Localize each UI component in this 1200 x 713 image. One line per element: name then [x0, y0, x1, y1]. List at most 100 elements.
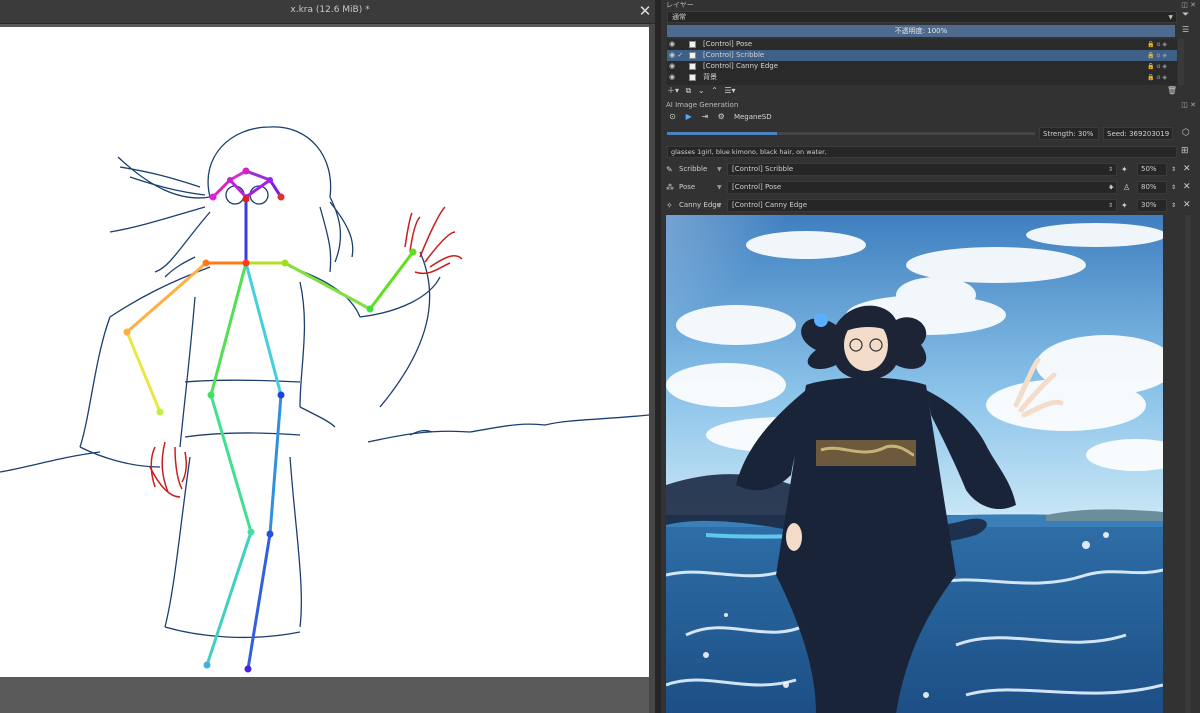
spin-arrows-icon[interactable]: ⇕	[1171, 181, 1176, 194]
panel-float-close-icon[interactable]: ◫ ✕	[1181, 0, 1196, 10]
duplicate-layer-icon[interactable]: ⧉	[686, 86, 692, 95]
control-strength-value: 30%	[1141, 201, 1157, 209]
close-document-icon[interactable]: ✕	[636, 2, 654, 20]
control-strength-input[interactable]: 50%	[1137, 163, 1167, 176]
control-row-pose: ⁂ Pose ▼ [Control] Pose ⇕ ✦ ♙ 80% ⇕ ✕	[665, 181, 1195, 194]
layer-lock-alpha-icons[interactable]: 🔒 α ◈	[1147, 61, 1167, 72]
layer-name: [Control] Scribble	[703, 51, 765, 59]
control-strength-value: 80%	[1141, 183, 1157, 191]
filter-icon[interactable]: ⏷	[1182, 10, 1189, 20]
remove-control-icon[interactable]: ✕	[1183, 163, 1191, 176]
layer-options-icon[interactable]: ☰	[1182, 25, 1189, 34]
generate-play-icon[interactable]: ▶	[683, 111, 694, 122]
generated-image-preview[interactable]	[666, 215, 1163, 713]
layer-row-pose[interactable]: ◉ [Control] Pose 🔒 α ◈	[667, 39, 1177, 50]
ai-toolbar: ⊙ ▶ ⇥ ⚙ MeganeSD	[667, 111, 772, 123]
pose-keypoints	[123, 167, 417, 673]
generation-progress[interactable]	[667, 132, 1035, 135]
visibility-eye-icon[interactable]: ◉	[669, 61, 675, 72]
prompt-input[interactable]: glasses 1girl, blue kimono, black hair, …	[667, 146, 1177, 158]
layers-panel-header: レイヤー ◫ ✕	[661, 0, 1200, 10]
layer-name: 背景	[703, 73, 717, 81]
spin-arrows-icon[interactable]: ⇕	[1171, 199, 1176, 212]
layer-name: [Control] Canny Edge	[703, 62, 779, 70]
chevron-down-icon: ▼	[1168, 14, 1173, 21]
ai-panel-header: AI Image Generation ◫ ✕	[661, 100, 1200, 110]
prompt-text: glasses 1girl, blue kimono, black hair, …	[671, 148, 827, 156]
progress-fill	[667, 132, 778, 135]
control-layer-select[interactable]: [Control] Scribble ⇕	[727, 163, 1117, 176]
generate-mode-icon[interactable]: ⊙	[667, 111, 678, 122]
apply-result-icon[interactable]: ⇥	[699, 111, 710, 122]
generated-image	[666, 215, 1163, 713]
document-title: x.kra (12.6 MiB) *	[290, 5, 370, 15]
ai-panel-title: AI Image Generation	[666, 101, 739, 109]
move-layer-down-icon[interactable]: ⌄	[698, 86, 705, 95]
right-dock: レイヤー ◫ ✕ 通常 ▼ ⏷ 不透明度: 100% ☰ ◉ [Control]…	[661, 0, 1200, 713]
add-layer-icon[interactable]: ＋▾	[667, 86, 679, 95]
chevron-down-icon[interactable]: ▼	[717, 199, 722, 212]
layer-lock-alpha-icons[interactable]: 🔒 α ◈	[1147, 50, 1167, 61]
layer-list-scrollbar[interactable]	[1178, 39, 1184, 85]
chevron-down-icon[interactable]: ▼	[717, 163, 722, 176]
layer-thumbnail	[689, 74, 696, 81]
visibility-eye-icon[interactable]: ◉	[669, 39, 675, 50]
visibility-eye-icon[interactable]: ◉ ✓	[669, 50, 683, 61]
layer-row-scribble[interactable]: ◉ ✓ [Control] Scribble 🔒 α ◈	[667, 50, 1177, 61]
blend-mode-select[interactable]: 通常 ▼	[667, 11, 1177, 23]
control-layer-select[interactable]: [Control] Pose ⇕	[727, 181, 1117, 194]
layer-lock-alpha-icons[interactable]: 🔒 α ◈	[1147, 39, 1167, 50]
spin-arrows-icon[interactable]: ⇕	[1171, 163, 1176, 176]
remove-control-icon[interactable]: ✕	[1183, 181, 1191, 194]
control-label: Scribble	[679, 165, 708, 173]
layer-row-canny-edge[interactable]: ◉ [Control] Canny Edge 🔒 α ◈	[667, 61, 1177, 72]
model-name[interactable]: MeganeSD	[734, 111, 772, 123]
layer-properties-icon[interactable]: ☰▾	[724, 86, 735, 95]
layer-toolbar: ＋▾ ⧉ ⌄ ⌃ ☰▾ 🗑	[667, 86, 1187, 96]
pose-icon: ⁂	[666, 183, 674, 192]
app-window: x.kra (12.6 MiB) * ✕ レイヤー ◫ ✕ 通常 ▼ ⏷ 不透明…	[0, 0, 1200, 713]
canny-edge-icon: ✧	[666, 201, 673, 210]
control-strength-value: 50%	[1141, 165, 1157, 173]
cube-icon[interactable]: ⬡	[1182, 128, 1190, 138]
layer-thumbnail	[689, 52, 696, 59]
panel-float-close-icon[interactable]: ◫ ✕	[1181, 100, 1196, 110]
seed-input[interactable]: Seed: 369203019	[1103, 127, 1173, 140]
control-layer-select[interactable]: [Control] Canny Edge ⇕	[727, 199, 1117, 212]
layer-row-background[interactable]: ◉ 背景 🔒 α ◈	[667, 72, 1177, 83]
sparkle-icon[interactable]: ✦	[1108, 181, 1115, 194]
layer-lock-alpha-icons[interactable]: 🔒 α ◈	[1147, 72, 1167, 83]
control-label: Pose	[679, 183, 696, 191]
sparkle-icon[interactable]: ✦	[1121, 199, 1128, 212]
scribble-icon: ✎	[666, 165, 673, 174]
control-layer-value: [Control] Pose	[732, 183, 782, 191]
move-layer-up-icon[interactable]: ⌃	[711, 86, 718, 95]
control-strength-input[interactable]: 80%	[1137, 181, 1167, 194]
blend-mode-value: 通常	[672, 13, 686, 21]
preview-scrollbar[interactable]	[1185, 215, 1191, 713]
opacity-slider[interactable]: 不透明度: 100%	[667, 25, 1175, 37]
strength-input[interactable]: Strength: 30%	[1039, 127, 1099, 140]
layer-thumbnail	[689, 63, 696, 70]
sketch-lines	[0, 126, 649, 639]
chevron-down-icon[interactable]: ▼	[717, 181, 722, 194]
visibility-eye-icon[interactable]: ◉	[669, 72, 675, 83]
model-settings-icon[interactable]: ⚙	[716, 111, 727, 122]
layer-thumbnail	[689, 41, 696, 48]
figure-icon[interactable]: ♙	[1123, 181, 1130, 194]
control-row-scribble: ✎ Scribble ▼ [Control] Scribble ⇕ ✦ 50% …	[665, 163, 1195, 176]
sparkle-icon[interactable]: ✦	[1121, 163, 1128, 176]
remove-control-icon[interactable]: ✕	[1183, 199, 1191, 212]
add-control-icon[interactable]: ⊞	[1181, 146, 1189, 156]
layers-panel-title: レイヤー	[666, 1, 694, 9]
control-strength-input[interactable]: 30%	[1137, 199, 1167, 212]
canvas-titlebar: x.kra (12.6 MiB) * ✕	[0, 0, 660, 24]
layer-name: [Control] Pose	[703, 40, 753, 48]
control-label: Canny Edge	[679, 201, 722, 209]
sketch-drawing	[0, 126, 649, 673]
opacity-label: 不透明度: 100%	[894, 27, 948, 35]
delete-layer-icon[interactable]: 🗑	[1167, 86, 1177, 96]
pose-skeleton	[125, 169, 415, 671]
strength-value: Strength: 30%	[1043, 130, 1094, 138]
drawing-canvas[interactable]	[0, 27, 649, 677]
